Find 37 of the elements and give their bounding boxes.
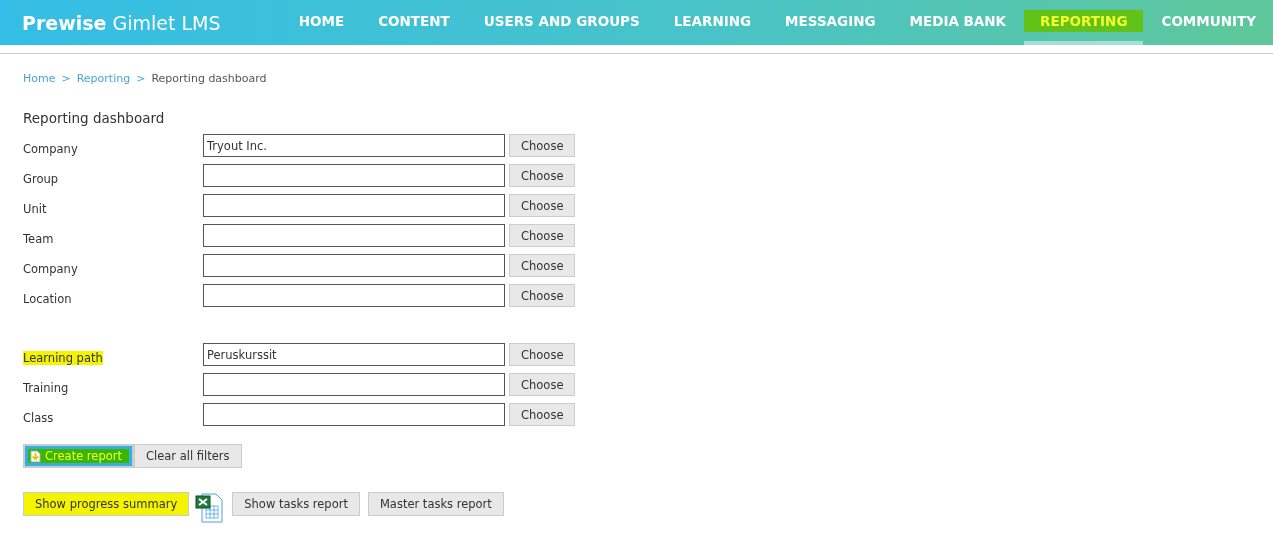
report-button[interactable]: Show tasks report: [232, 492, 360, 516]
choose-button[interactable]: Choose: [509, 254, 576, 277]
input-field[interactable]: [203, 164, 505, 187]
input-field[interactable]: [203, 284, 505, 307]
spreadsheet-icon[interactable]: [194, 492, 225, 524]
input-field[interactable]: [203, 403, 505, 426]
choose-button[interactable]: Choose: [509, 373, 576, 396]
filter-label: Company: [23, 141, 78, 156]
filter-label: Location: [23, 291, 72, 306]
choose-button[interactable]: Choose: [509, 284, 576, 307]
choose-button[interactable]: Choose: [509, 403, 576, 426]
choose-button[interactable]: Choose: [509, 164, 576, 187]
clear-filters-button[interactable]: Clear all filters: [134, 444, 242, 468]
filter-label: Group: [23, 171, 58, 186]
choose-button[interactable]: Choose: [509, 134, 576, 157]
breadcrumb-separator: >: [136, 72, 146, 85]
filter-label: Team: [23, 231, 54, 246]
input-field[interactable]: Peruskurssit: [203, 343, 505, 366]
report-button[interactable]: Show progress summary: [23, 492, 190, 516]
report-button[interactable]: Master tasks report: [367, 492, 504, 516]
breadcrumb-current: Reporting dashboard: [151, 72, 267, 85]
filter-label: Training: [23, 380, 69, 395]
document-icon: [30, 449, 41, 463]
input-field[interactable]: [203, 254, 505, 277]
filter-label: Company: [23, 261, 78, 276]
filter-label: Learning path: [23, 350, 103, 365]
input-field[interactable]: [203, 194, 505, 217]
input-field[interactable]: Tryout Inc.: [203, 134, 505, 157]
choose-button[interactable]: Choose: [509, 343, 576, 366]
input-field[interactable]: [203, 224, 505, 247]
choose-button[interactable]: Choose: [509, 224, 576, 247]
breadcrumb-separator: >: [61, 72, 71, 85]
choose-button[interactable]: Choose: [509, 194, 576, 217]
page-title: Reporting dashboard: [23, 110, 166, 126]
filter-label: Unit: [23, 201, 47, 216]
input-field[interactable]: [203, 373, 505, 396]
filter-label: Class: [23, 410, 54, 425]
